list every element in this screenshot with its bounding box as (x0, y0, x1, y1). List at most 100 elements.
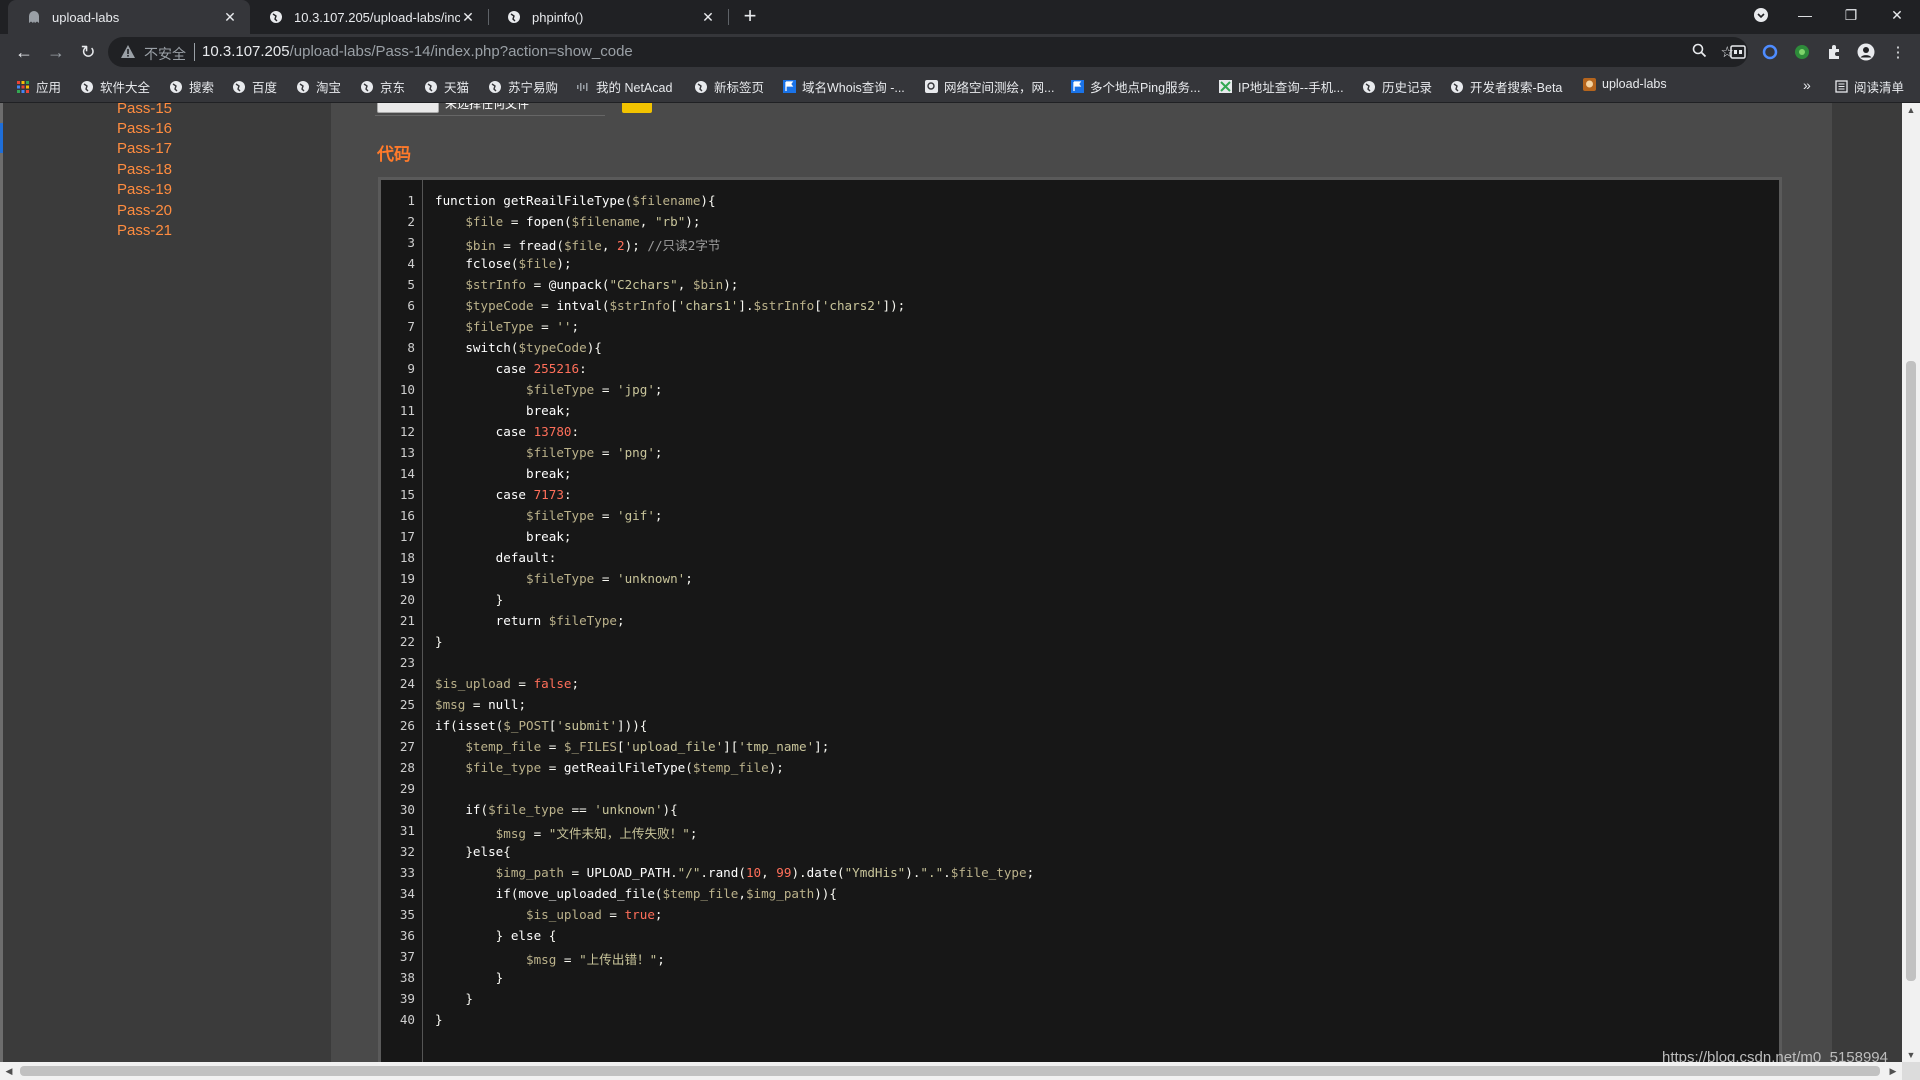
extensions-puzzle-icon[interactable] (1824, 42, 1844, 62)
scrollbar-corner (1902, 1062, 1920, 1080)
vertical-scroll-thumb[interactable] (1906, 361, 1916, 981)
bookmark-apps[interactable]: 应用 (16, 77, 61, 96)
minimize-button[interactable]: — (1782, 0, 1828, 30)
reading-list-button[interactable]: 阅读清单 (1834, 77, 1904, 96)
bookmark-item[interactable]: IP地址查询--手机... (1218, 77, 1344, 96)
bookmark-item[interactable]: 多个地点Ping服务... (1070, 77, 1200, 96)
line-number: 21 (399, 613, 415, 628)
bookmark-item[interactable]: 天猫 (424, 77, 469, 96)
code-token: )){ (814, 886, 837, 901)
ip-icon (1218, 80, 1232, 94)
bookmark-label: 历史记录 (1382, 81, 1433, 95)
code-token: UPLOAD_PATH (586, 865, 671, 880)
code-line: $fileType = 'jpg'; (435, 382, 663, 397)
reload-button[interactable]: ↻ (76, 40, 100, 64)
code-line: default: (435, 550, 557, 565)
bookmark-item[interactable]: 淘宝 (296, 77, 341, 96)
globe-icon (424, 80, 438, 94)
bookmark-item[interactable]: 我的 NetAcad (576, 77, 672, 96)
new-tab-button[interactable]: + (738, 5, 762, 29)
profile-avatar-icon[interactable] (1856, 42, 1876, 62)
code-token: $fileType (526, 445, 595, 460)
back-button[interactable]: ← (12, 40, 36, 64)
sidebar-item-pass-20[interactable]: Pass-20 (117, 202, 172, 219)
bookmarks-overflow-icon[interactable]: » (1803, 77, 1811, 93)
bookmark-item[interactable]: 百度 (232, 77, 277, 96)
extension-green-icon[interactable] (1792, 42, 1812, 62)
sidebar-item-pass-16[interactable]: Pass-16 (117, 120, 172, 137)
code-token: ; (571, 676, 580, 691)
code-line: case 13780: (435, 424, 579, 439)
bookmark-item[interactable]: upload-labs (1582, 77, 1667, 91)
line-number: 9 (407, 361, 415, 376)
close-window-button[interactable]: ✕ (1874, 0, 1920, 30)
code-token: fopen (526, 214, 564, 229)
globe-icon (169, 80, 183, 94)
tab-include[interactable]: 10.3.107.205/upload-labs/incl ✕ (250, 0, 488, 34)
bookmark-item[interactable]: 域名Whois查询 -... (782, 77, 905, 96)
sidebar-item-pass-17[interactable]: Pass-17 (117, 140, 172, 157)
zoom-icon[interactable] (1692, 43, 1707, 62)
bookmark-label: 搜索 (189, 81, 215, 95)
url-text[interactable]: 10.3.107.205/upload-labs/Pass-14/index.p… (202, 43, 633, 60)
address-bar[interactable]: 不安全 10.3.107.205/upload-labs/Pass-14/ind… (108, 37, 1748, 67)
scroll-down-arrow-icon[interactable]: ▼ (1902, 1048, 1920, 1062)
warning-icon[interactable] (120, 44, 136, 60)
profile-dropdown-icon[interactable] (1738, 0, 1784, 30)
bookmark-item[interactable]: 苏宁易购 (488, 77, 558, 96)
horizontal-scroll-thumb[interactable] (20, 1066, 1880, 1076)
close-icon[interactable]: ✕ (700, 9, 716, 25)
sidebar-item-pass-15[interactable]: Pass-15 (117, 103, 172, 117)
bookmark-item[interactable]: 搜索 (169, 77, 214, 96)
bookmark-item[interactable]: 京东 (360, 77, 405, 96)
vertical-scrollbar[interactable]: ▲ ▼ (1902, 103, 1920, 1062)
code-token: case (495, 424, 534, 439)
restore-button[interactable]: ❐ (1828, 0, 1874, 30)
cast-icon[interactable] (1728, 42, 1748, 62)
scroll-up-arrow-icon[interactable]: ▲ (1902, 103, 1920, 117)
code-token: $strInfo (465, 277, 527, 292)
bookmark-item[interactable]: 新标签页 (694, 77, 764, 96)
sidebar-item-pass-19[interactable]: Pass-19 (117, 181, 172, 198)
sidebar-item-pass-21[interactable]: Pass-21 (117, 222, 172, 239)
line-number: 7 (407, 319, 415, 334)
upload-submit-button[interactable] (622, 103, 652, 113)
sidebar-item-pass-18[interactable]: Pass-18 (117, 161, 172, 178)
menu-kebab-icon[interactable]: ⋮ (1888, 42, 1908, 62)
code-token: ){ (662, 802, 678, 817)
close-icon[interactable]: ✕ (460, 9, 476, 25)
code-token: ){ (586, 340, 602, 355)
code-token: } (435, 592, 504, 607)
code-token: else (510, 928, 542, 943)
close-icon[interactable]: ✕ (222, 9, 238, 25)
forward-button[interactable]: → (44, 40, 68, 64)
horizontal-scrollbar[interactable]: ◀ ▶ (0, 1062, 1902, 1080)
tab-upload-labs[interactable]: upload-labs ✕ (8, 0, 250, 34)
security-label[interactable]: 不安全 (144, 44, 186, 64)
bookmark-item[interactable]: 开发者搜索-Beta (1450, 77, 1562, 96)
extension-circle-icon[interactable] (1760, 42, 1780, 62)
bookmark-item[interactable]: 软件大全 (80, 77, 150, 96)
scroll-left-arrow-icon[interactable]: ◀ (2, 1062, 16, 1080)
code-token: = (541, 739, 564, 754)
line-number: 12 (399, 424, 415, 439)
scroll-right-arrow-icon[interactable]: ▶ (1886, 1062, 1900, 1080)
code-token: $temp_file (465, 739, 542, 754)
globe-icon (296, 80, 310, 94)
code-token: $file (563, 238, 602, 253)
tab-phpinfo[interactable]: phpinfo() ✕ (488, 0, 728, 34)
choose-file-button[interactable] (377, 103, 439, 113)
code-line: } (435, 634, 443, 649)
code-token: $fileType (465, 319, 534, 334)
line-number-gutter: 1 2 3 4 5 6 7 8 9 10 11 12 13 14 15 16 17 18 19 20 21 22 23 24 2… (381, 180, 423, 1062)
bookmark-item[interactable]: 网络空间测绘，网... (924, 77, 1054, 96)
code-token: ); (685, 214, 701, 229)
code-token: "上传出错！" (579, 952, 658, 967)
line-number: 36 (399, 928, 415, 943)
line-number: 38 (399, 970, 415, 985)
bookmark-item[interactable]: 历史记录 (1362, 77, 1432, 96)
bookmark-label: IP地址查询--手机... (1238, 81, 1344, 95)
code-token: isset (457, 718, 496, 733)
tab-separator (728, 9, 729, 25)
